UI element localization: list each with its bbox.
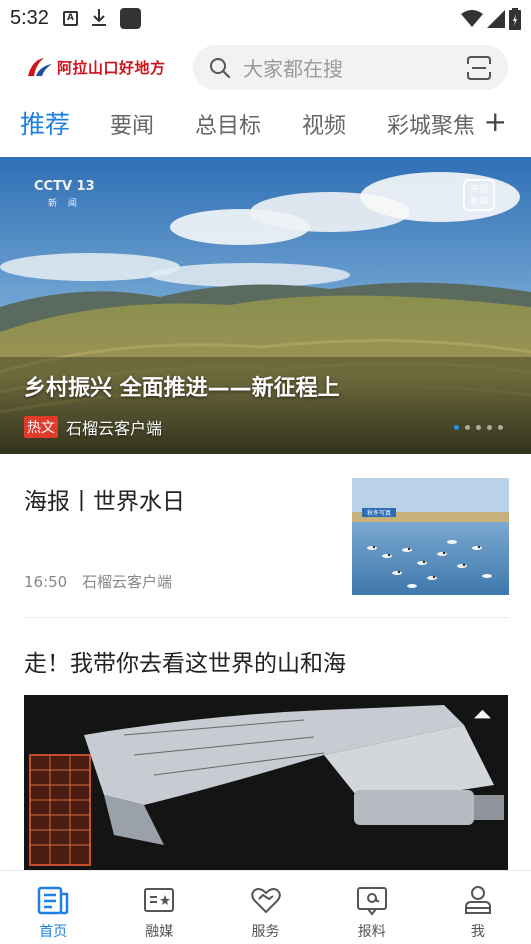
square-icon — [119, 7, 141, 29]
nav-label: 首页 — [39, 924, 68, 940]
nav-label: 报料 — [357, 924, 386, 940]
media-icon — [144, 888, 175, 912]
nav-label: 服务 — [251, 924, 280, 940]
search-placeholder: 大家都在搜 — [243, 57, 343, 81]
article-thumbnail[interactable]: 秋冬写真 — [352, 478, 509, 595]
status-time: 5:32 — [10, 6, 49, 29]
category-tabs: 推荐 要闻 总目标 视频 彩城聚焦 + — [0, 100, 531, 150]
article-meta: 16:50 石榴云客户端 — [24, 571, 172, 592]
carousel-dot[interactable] — [498, 425, 503, 430]
tab-video[interactable]: 视频 — [302, 108, 346, 140]
space-station-image: ◢◣ — [24, 695, 508, 873]
tab-headlines[interactable]: 要闻 — [110, 108, 154, 140]
nav-label: 我 — [470, 924, 485, 940]
carousel-dots — [454, 425, 503, 430]
search-bar[interactable]: 大家都在搜 — [193, 45, 508, 90]
banner-meta: 热文 石榴云客户端 — [24, 415, 162, 439]
carousel-dot[interactable] — [465, 425, 470, 430]
channel-logo-text: CCTV 13 — [34, 179, 95, 194]
carousel-dot[interactable] — [454, 425, 459, 430]
article-title[interactable]: 海报丨世界水日 — [24, 482, 185, 516]
search-icon — [210, 57, 231, 78]
thumb-caption: 秋冬写真 — [367, 509, 391, 517]
carousel-dot[interactable] — [487, 425, 492, 430]
news-list-item[interactable]: 海报丨世界水日 16:50 石榴云客户端 秋冬写真 — [0, 455, 531, 617]
corner-badge-bottom: 新闻 — [469, 197, 488, 207]
wifi-icon — [461, 10, 483, 27]
nav-home[interactable]: 首页 — [0, 871, 106, 944]
article-source: 石榴云客户端 — [82, 573, 173, 591]
app-header: 阿拉山口好地方 大家都在搜 — [0, 42, 531, 94]
add-tab-button[interactable]: + — [481, 108, 507, 136]
svg-text:◢◣: ◢◣ — [474, 707, 491, 720]
service-heart-icon — [250, 888, 281, 914]
cctv-logo: CCTV 13 新 闻 — [34, 179, 95, 209]
news-corner-badge: 央视 新闻 — [463, 179, 495, 211]
bottom-navigation: 首页 融媒 服务 报料 我 — [0, 870, 531, 944]
channel-sub-text: 新 闻 — [48, 199, 81, 209]
article-cover-image[interactable]: ◢◣ — [24, 695, 508, 873]
app-logo[interactable]: 阿拉山口好地方 — [26, 56, 166, 78]
birds-lake-image: 秋冬写真 — [352, 478, 509, 595]
logo-mark-icon — [28, 58, 52, 76]
download-icon — [90, 8, 108, 28]
nav-service[interactable]: 服务 — [212, 871, 318, 944]
list-divider — [24, 617, 509, 618]
tab-caicheng-focus[interactable]: 彩城聚焦 — [387, 108, 475, 140]
nav-label: 融媒 — [145, 924, 174, 940]
status-bar: 5:32 A — [0, 0, 531, 36]
tab-total-goal[interactable]: 总目标 — [195, 108, 261, 140]
scan-icon[interactable] — [466, 55, 492, 81]
tab-recommend[interactable]: 推荐 — [20, 105, 70, 141]
nav-media[interactable]: 融媒 — [106, 871, 212, 944]
battery-icon — [509, 8, 521, 30]
hot-tag: 热文 — [24, 416, 58, 438]
signal-icon — [487, 10, 505, 28]
nav-report[interactable]: 报料 — [319, 871, 425, 944]
article-title[interactable]: 走！我带你去看这世界的山和海 — [24, 644, 346, 678]
banner-carousel[interactable]: CCTV 13 新 闻 央视 新闻 乡村振兴 全面推进——新征程上 热文 石榴云… — [0, 157, 531, 454]
corner-badge-top: 央视 — [469, 185, 488, 195]
article-time: 16:50 — [24, 573, 68, 591]
report-icon — [356, 887, 387, 916]
banner-source: 石榴云客户端 — [66, 419, 163, 438]
carousel-dot[interactable] — [476, 425, 481, 430]
banner-title[interactable]: 乡村振兴 全面推进——新征程上 — [24, 370, 340, 402]
home-news-icon — [37, 886, 69, 915]
a-icon: A — [62, 10, 78, 26]
nav-profile[interactable]: 我 — [425, 871, 531, 944]
profile-icon — [464, 886, 491, 914]
logo-text: 阿拉山口好地方 — [57, 58, 166, 77]
